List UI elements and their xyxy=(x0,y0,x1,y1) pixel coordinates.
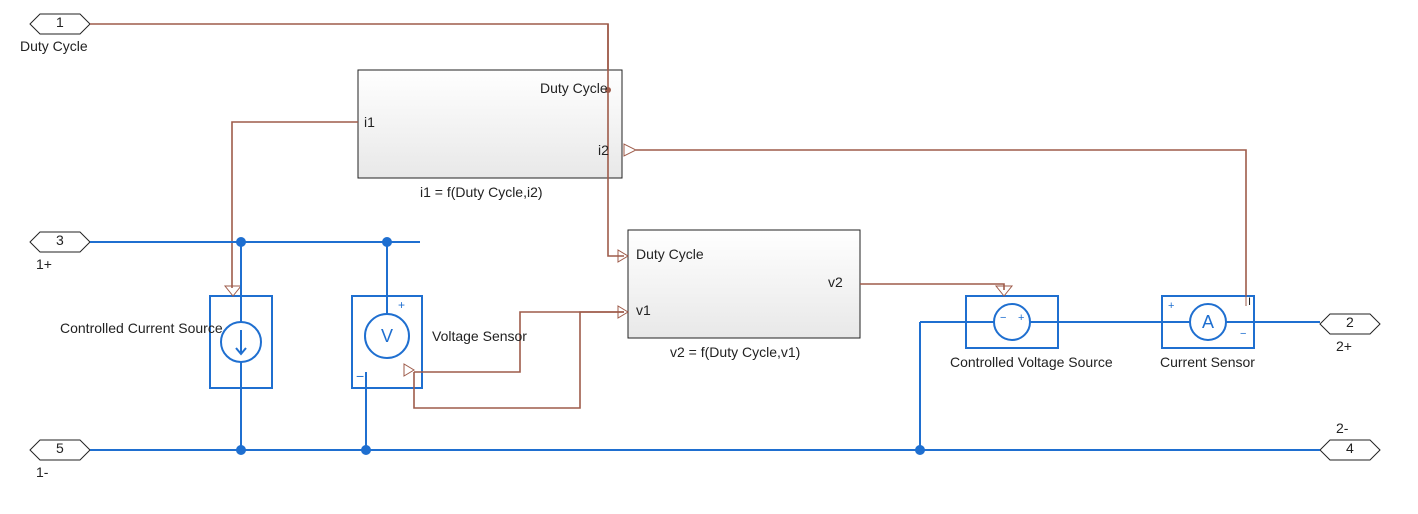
port-1-label: Duty Cycle xyxy=(20,38,88,54)
port-4-label: 2- xyxy=(1336,420,1348,436)
cvs-minus: − xyxy=(1000,312,1006,324)
voltage-sensor-v-glyph: V xyxy=(381,326,393,347)
block-controlled-current-source[interactable] xyxy=(210,286,272,388)
port-3-label: 1+ xyxy=(36,256,52,272)
fn1-port-i1: i1 xyxy=(364,114,375,130)
ccs-label: Controlled Current Source xyxy=(60,320,200,336)
vs-plus: + xyxy=(398,298,405,312)
vs-minus: − xyxy=(356,368,364,384)
fn1-port-duty: Duty Cycle xyxy=(540,80,608,96)
cvs-plus: + xyxy=(1018,312,1024,324)
port-2-num: 2 xyxy=(1346,314,1354,330)
port-4-num: 4 xyxy=(1346,440,1354,456)
port-1-num: 1 xyxy=(56,14,64,30)
fn1-caption: i1 = f(Duty Cycle,i2) xyxy=(420,184,543,200)
diagram-svg xyxy=(0,0,1418,514)
block-controlled-voltage-source[interactable] xyxy=(966,286,1058,348)
cs-plus: + xyxy=(1168,300,1174,312)
port-2-label: 2+ xyxy=(1336,338,1352,354)
fn2-port-v2: v2 xyxy=(828,274,843,290)
port-3-num: 3 xyxy=(56,232,64,248)
cs-minus: − xyxy=(1240,328,1246,340)
port-5-num: 5 xyxy=(56,440,64,456)
current-sensor-a-glyph: A xyxy=(1202,312,1214,333)
port-5-label: 1- xyxy=(36,464,48,480)
fn2-port-duty: Duty Cycle xyxy=(636,246,704,262)
fn2-port-v1: v1 xyxy=(636,302,651,318)
fn1-port-i2: i2 xyxy=(598,142,609,158)
fn2-caption: v2 = f(Duty Cycle,v1) xyxy=(670,344,800,360)
cvs-label: Controlled Voltage Source xyxy=(950,354,1080,370)
simulink-diagram: { "ports": { "p1": {"num":"1","label":"D… xyxy=(0,0,1418,514)
vs-label: Voltage Sensor xyxy=(432,328,527,344)
cs-label: Current Sensor xyxy=(1160,354,1255,370)
